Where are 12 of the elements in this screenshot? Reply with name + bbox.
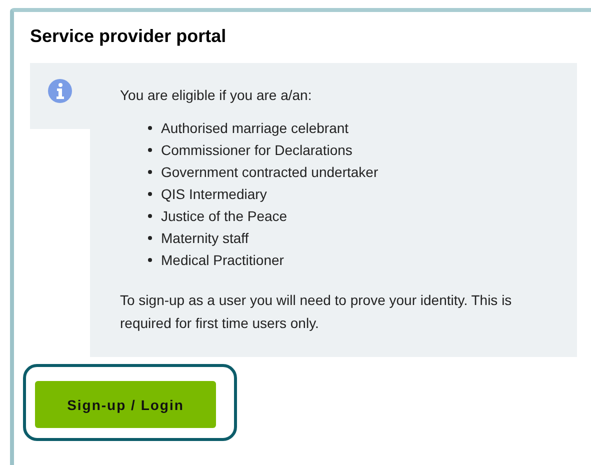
notice-intro: You are eligible if you are a/an:: [120, 87, 313, 103]
eligibility-item: Maternity staff: [148, 227, 557, 249]
notice-note: To sign-up as a user you will need to prove your identity. This is required for first time users only.: [120, 291, 513, 333]
eligibility-item: Justice of the Peace: [148, 205, 557, 227]
eligibility-item: QIS Intermediary: [148, 183, 557, 205]
eligibility-item: Authorised marriage celebrant: [148, 117, 557, 139]
eligibility-item: Medical Practitioner: [148, 249, 557, 271]
eligibility-item: Commissioner for Declarations: [148, 139, 557, 161]
page-title: Service provider portal: [30, 26, 228, 47]
info-icon: [48, 79, 72, 103]
eligibility-item: Government contracted undertaker: [148, 161, 557, 183]
sign-up-login-button[interactable]: Sign-up / Login: [35, 381, 216, 428]
